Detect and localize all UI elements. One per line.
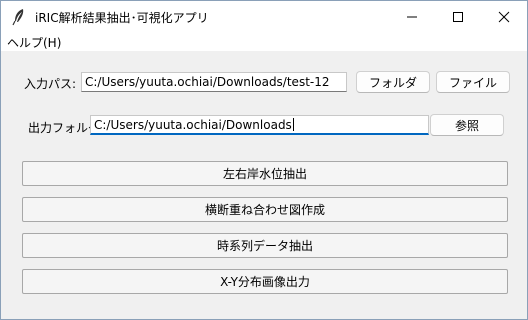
action-label: 時系列データ抽出: [216, 239, 313, 253]
input-path-label: 入力パス:: [24, 77, 77, 91]
menu-bar: ヘルプ(H): [1, 33, 527, 51]
maximize-icon: [453, 12, 463, 22]
action-label: 横断重ね合わせ図作成: [204, 203, 325, 217]
cross-section-overlay-button[interactable]: 横断重ね合わせ図作成: [22, 197, 508, 222]
time-series-extract-button[interactable]: 時系列データ抽出: [22, 233, 508, 258]
feather-icon: [12, 9, 24, 26]
title-bar[interactable]: iRIC解析結果抽出･可視化アプリ: [1, 1, 527, 33]
xy-distribution-image-button[interactable]: X-Y分布画像出力: [22, 269, 508, 294]
browse-button-label: 参照: [454, 118, 479, 133]
extract-bank-water-level-button[interactable]: 左右岸水位抽出: [22, 161, 508, 186]
file-button-label: ファイル: [448, 75, 497, 90]
action-label: X-Y分布画像出力: [220, 275, 310, 289]
output-folder-field[interactable]: C:/Users/yuuta.ochiai/Downloads: [90, 115, 429, 135]
text-caret: [292, 118, 294, 131]
app-window: iRIC解析結果抽出･可視化アプリ ヘルプ(H) 入力パス: C:/Users/…: [0, 0, 528, 320]
close-button[interactable]: [481, 1, 527, 33]
window-title: iRIC解析結果抽出･可視化アプリ: [35, 11, 209, 25]
output-folder-value: C:/Users/yuuta.ochiai/Downloads: [94, 118, 292, 132]
file-button[interactable]: ファイル: [436, 71, 510, 93]
minimize-button[interactable]: [389, 1, 435, 33]
browse-button[interactable]: 参照: [430, 114, 504, 136]
action-label: 左右岸水位抽出: [222, 167, 307, 181]
menu-item-help[interactable]: ヘルプ(H): [7, 34, 61, 51]
input-path-field[interactable]: C:/Users/yuuta.ochiai/Downloads/test-12: [81, 72, 347, 92]
folder-button-label: フォルダ: [368, 75, 417, 90]
folder-button[interactable]: フォルダ: [356, 71, 430, 93]
input-path-value: C:/Users/yuuta.ochiai/Downloads/test-12: [85, 75, 330, 89]
minimize-icon: [407, 16, 417, 18]
maximize-button[interactable]: [435, 1, 481, 33]
close-icon: [498, 11, 510, 23]
